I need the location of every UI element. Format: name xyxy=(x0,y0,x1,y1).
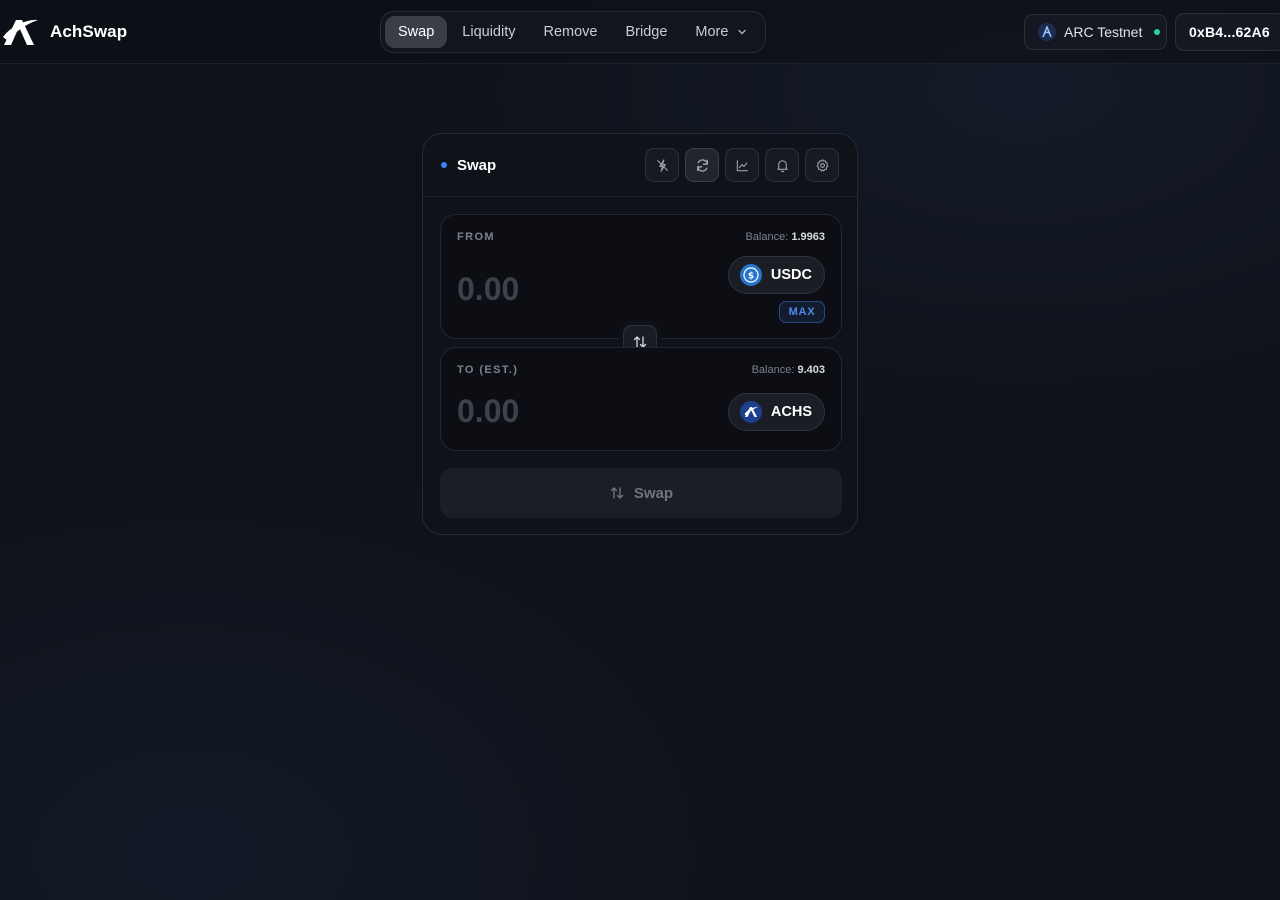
network-status-dot xyxy=(1154,29,1161,35)
nav-liquidity[interactable]: Liquidity xyxy=(449,16,528,48)
from-balance: Balance: 1.9963 xyxy=(745,231,825,243)
from-token-symbol: USDC xyxy=(770,267,812,283)
card-title: Swap xyxy=(457,156,497,174)
achswap-logo-icon xyxy=(3,19,38,45)
nav-remove[interactable]: Remove xyxy=(530,16,610,48)
top-header: AchSwap Swap Liquidity Remove Bridge Mor… xyxy=(0,0,1280,64)
toggle-tools-button[interactable] xyxy=(645,148,679,182)
nav-more[interactable]: More xyxy=(682,16,761,48)
swap-submit-button[interactable]: Swap xyxy=(440,468,842,518)
no-tools-icon xyxy=(656,158,668,172)
swap-card-header: Swap xyxy=(423,134,857,197)
to-label: TO (EST.) xyxy=(457,364,519,376)
title-dot xyxy=(441,162,447,168)
chart-icon xyxy=(736,159,748,171)
nav-bridge-label: Bridge xyxy=(625,24,668,40)
from-panel: FROM Balance: 1.9963 $ USDC MAX xyxy=(440,214,842,339)
brand[interactable]: AchSwap xyxy=(2,17,127,47)
to-balance: Balance: 9.403 xyxy=(752,364,825,376)
brand-name: AchSwap xyxy=(50,22,128,41)
alerts-button[interactable] xyxy=(765,148,799,182)
to-token-selector[interactable]: ACHS xyxy=(727,393,825,431)
to-balance-value: 9.403 xyxy=(797,364,825,376)
to-panel: TO (EST.) Balance: 9.403 ACHS xyxy=(440,347,842,451)
arc-network-icon xyxy=(1038,23,1056,41)
card-tools xyxy=(645,148,839,182)
settings-button[interactable] xyxy=(805,148,839,182)
chart-button[interactable] xyxy=(725,148,759,182)
from-balance-label: Balance: xyxy=(745,231,789,243)
bell-icon xyxy=(776,159,788,172)
nav-remove-label: Remove xyxy=(543,24,598,40)
from-amount-input[interactable] xyxy=(457,271,677,308)
nav-swap[interactable]: Swap xyxy=(385,16,448,48)
wallet-button[interactable]: 0xB4...62A6 xyxy=(1175,13,1280,51)
achs-icon xyxy=(739,401,762,423)
gear-icon xyxy=(816,158,828,171)
to-token-symbol: ACHS xyxy=(770,404,812,420)
from-token-selector[interactable]: $ USDC xyxy=(727,256,825,294)
to-amount-input[interactable] xyxy=(457,393,677,430)
max-button[interactable]: MAX xyxy=(779,301,825,323)
svg-text:$: $ xyxy=(748,272,754,282)
swap-submit-label: Swap xyxy=(633,484,674,502)
nav-swap-label: Swap xyxy=(398,24,435,40)
from-balance-value: 1.9963 xyxy=(791,231,825,243)
usdc-icon: $ xyxy=(739,264,762,286)
refresh-icon xyxy=(696,158,708,172)
nav-liquidity-label: Liquidity xyxy=(462,24,516,40)
main-nav: Swap Liquidity Remove Bridge More xyxy=(380,11,767,53)
to-balance-label: Balance: xyxy=(751,364,795,376)
swap-arrows-icon xyxy=(610,487,624,499)
refresh-button[interactable] xyxy=(685,148,719,182)
chevron-down-icon xyxy=(738,29,747,35)
swap-card: Swap FROM Balance: 1.9963 0.00 $ USDC MA… xyxy=(422,133,858,535)
network-selector[interactable]: ARC Testnet xyxy=(1024,14,1167,50)
from-label: FROM xyxy=(457,231,495,243)
nav-bridge[interactable]: Bridge xyxy=(612,16,680,48)
wallet-address: 0xB4...62A6 xyxy=(1189,24,1270,40)
network-label: ARC Testnet xyxy=(1064,24,1143,40)
nav-more-label: More xyxy=(695,24,729,40)
